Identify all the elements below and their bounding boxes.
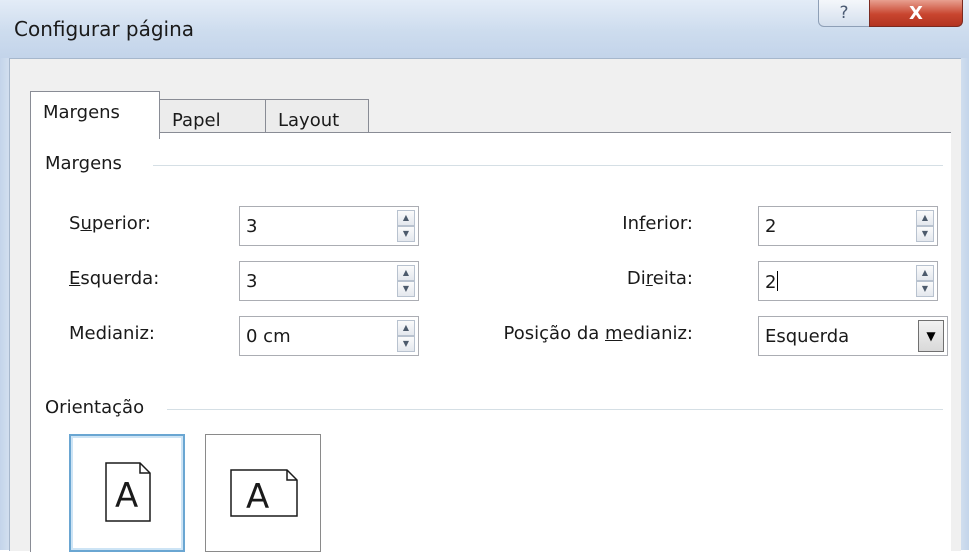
tab-margens[interactable]: Margens [30,91,160,139]
gutter-position-label-text-2: edianiz: [622,323,693,344]
top-margin-label-accesskey: u [80,213,92,234]
gutter-position-label-text-1: Posição da [503,323,605,344]
gutter-label-colon: : [148,323,155,344]
window-title: Configurar página [14,17,195,41]
gutter-position-label: Posição da medianiz: [461,323,693,344]
right-margin-value-text: 2 [765,272,777,293]
gutter-spin-arrows: ▲ ▼ [397,320,415,352]
gutter-value: 0 cm [246,326,291,347]
top-margin-spin-arrows: ▲ ▼ [397,210,415,242]
top-margin-spinbox[interactable]: 3 ▲ ▼ [239,206,419,246]
right-margin-value: 2 [765,271,779,293]
right-margin-label: Direita: [551,268,693,289]
close-button[interactable]: X [869,0,963,27]
right-margin-spinbox[interactable]: 2 ▲ ▼ [758,261,938,301]
dialog-client-area: Margens Papel Layout Margens Superior: 3… [9,58,961,552]
gutter-label-text: Medianiz [69,323,149,344]
dropdown-button[interactable]: ▼ [918,320,944,352]
spin-up-icon[interactable]: ▲ [397,265,415,281]
title-bar: Configurar página ? X [0,0,969,58]
landscape-letter: A [246,477,270,517]
tab-papel-label: Papel [172,110,221,131]
window-frame-left [0,58,9,550]
left-margin-label-text: squerda: [80,268,160,289]
close-icon: X [909,2,923,24]
spin-down-icon[interactable]: ▼ [916,281,934,297]
gutter-position-value: Esquerda [765,326,850,347]
left-margin-label-accesskey: E [69,268,81,289]
right-margin-label-accesskey: r [645,268,653,289]
left-margin-spin-arrows: ▲ ▼ [397,265,415,297]
spin-up-icon[interactable]: ▲ [397,320,415,336]
spin-down-icon[interactable]: ▼ [397,226,415,242]
bottom-margin-value: 2 [765,216,777,237]
gutter-position-label-accesskey: m [605,323,623,344]
bottom-margin-label: Inferior: [551,213,693,234]
right-margin-spin-arrows: ▲ ▼ [916,265,934,297]
landscape-orientation-button[interactable]: A [205,434,321,552]
gutter-position-select[interactable]: Esquerda ▼ [758,316,948,356]
left-margin-label: Esquerda: [69,268,159,289]
gutter-label: Medianiz: [69,323,155,344]
margins-group-label: Margens [45,153,122,174]
bottom-margin-spin-arrows: ▲ ▼ [916,210,934,242]
top-margin-label-text-2: perior: [91,213,151,234]
spin-down-icon[interactable]: ▼ [916,226,934,242]
spin-down-icon[interactable]: ▼ [397,281,415,297]
window-frame-right [960,58,969,550]
spin-down-icon[interactable]: ▼ [397,336,415,352]
tab-panel-margens: Margens Superior: 3 ▲ ▼ Inferior: 2 ▲ ▼ … [30,132,951,552]
left-margin-value: 3 [246,271,258,292]
top-margin-label-text-1: S [69,213,81,234]
tab-layout-label: Layout [278,110,340,131]
bottom-margin-spinbox[interactable]: 2 ▲ ▼ [758,206,938,246]
spin-up-icon[interactable]: ▲ [397,210,415,226]
left-margin-spinbox[interactable]: 3 ▲ ▼ [239,261,419,301]
portrait-orientation-button[interactable]: A [69,434,185,552]
bottom-margin-label-text-1: In [622,213,640,234]
text-caret [777,271,779,291]
right-margin-label-text-2: eita: [652,268,693,289]
question-mark-icon: ? [839,3,849,23]
spin-up-icon[interactable]: ▲ [916,265,934,281]
chevron-down-icon: ▼ [926,329,936,343]
help-button[interactable]: ? [818,0,870,27]
top-margin-label: Superior: [69,213,151,234]
tab-margens-label: Margens [43,102,120,123]
portrait-letter: A [115,476,139,516]
spin-up-icon[interactable]: ▲ [916,210,934,226]
margins-group-divider [153,165,943,166]
right-margin-label-text-1: Di [626,268,646,289]
bottom-margin-label-text-2: erior: [645,213,693,234]
gutter-spinbox[interactable]: 0 cm ▲ ▼ [239,316,419,356]
top-margin-value: 3 [246,216,258,237]
orientation-group-divider [167,409,943,410]
orientation-group-label: Orientação [45,397,145,418]
